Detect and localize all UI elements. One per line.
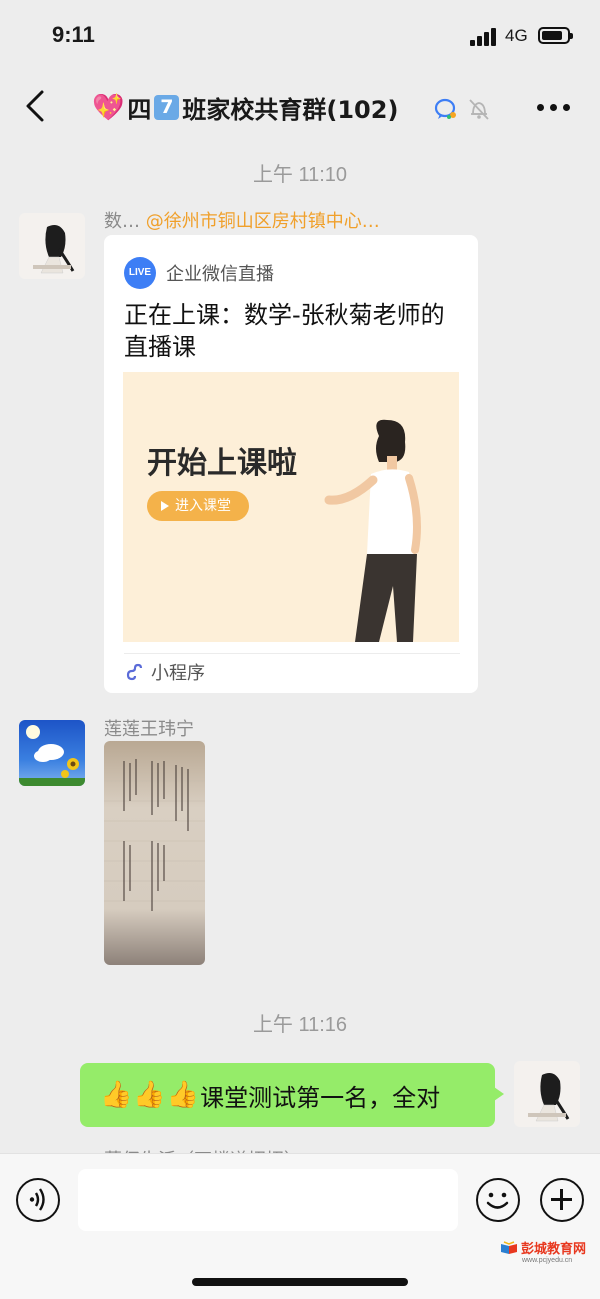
chat-title: 💖 四 7 班家校共育群(102) [92, 90, 398, 125]
title-prefix: 四 [127, 96, 152, 124]
message-text: 课堂测试第一名，全对 [200, 1083, 441, 1112]
sender-short: 数… [104, 211, 140, 232]
wecom-mute-icons [434, 98, 489, 120]
voice-input-icon[interactable] [16, 1178, 60, 1222]
live-stream-card[interactable]: LIVE 企业微信直播 正在上课：数学-张秋菊老师的直播课 开始上课啦 进入课堂… [104, 235, 478, 693]
heart-emoji-icon: 💖 [92, 92, 125, 123]
card-app-name: 企业微信直播 [166, 264, 274, 285]
battery-icon [538, 27, 573, 44]
add-more-icon[interactable] [540, 1178, 584, 1222]
thumbs-up-emoji-icon: 👍 [100, 1080, 133, 1110]
timestamp: 上午 11:10 [252, 164, 348, 186]
mini-program-icon [126, 663, 143, 681]
card-divider [124, 653, 460, 654]
status-bar: 9:11 4G [0, 0, 600, 74]
watermark-text: 彭城教育网 [521, 1242, 587, 1257]
enter-classroom-button[interactable]: 进入课堂 [147, 491, 249, 521]
sender-name: 莲莲王玮宁 [104, 719, 194, 740]
keycap-number: 7 [154, 95, 180, 120]
network-type: 4G [505, 26, 528, 45]
title-main: 班家校共育群(102) [182, 96, 399, 124]
input-bar: 彭城教育网 www.pcjyedu.cn [0, 1153, 600, 1299]
watermark: 彭城教育网 www.pcjyedu.cn [500, 1238, 586, 1264]
mute-bell-icon [469, 99, 489, 120]
card-footer: 小程序 [124, 659, 460, 685]
thumbs-up-emoji-icon: 👍 [166, 1080, 200, 1110]
card-footer-label: 小程序 [151, 663, 205, 684]
message-input[interactable] [78, 1169, 458, 1231]
timestamp: 上午 11:16 [252, 1014, 348, 1036]
status-time: 9:11 [52, 22, 95, 47]
sender-mention[interactable]: @徐州市铜山区房村镇中心… [146, 211, 380, 232]
avatar[interactable] [19, 720, 85, 786]
book-logo-icon [501, 1240, 517, 1254]
back-arrow-icon[interactable] [22, 88, 52, 124]
homework-photo[interactable] [104, 741, 205, 965]
wecom-chat-icon [434, 98, 456, 119]
thumbs-up-emoji-icon: 👍 [133, 1080, 166, 1110]
avatar[interactable] [19, 213, 85, 279]
home-indicator[interactable] [192, 1278, 408, 1286]
outgoing-message[interactable]: 👍 👍 👍 课堂测试第一名，全对 [80, 1063, 504, 1127]
card-title: 正在上课：数学-张秋菊老师的直播课 [124, 301, 445, 361]
more-options-icon[interactable] [537, 104, 571, 112]
avatar-self[interactable] [514, 1061, 580, 1127]
watermark-url: www.pcjyedu.cn [522, 1257, 573, 1264]
emoji-icon[interactable] [476, 1178, 520, 1222]
sender-name: 数… @徐州市铜山区房村镇中心… [104, 207, 380, 233]
teacher-illustration [324, 419, 421, 642]
card-banner: 开始上课啦 进入课堂 [123, 372, 459, 642]
chat-header: 💖 四 7 班家校共育群(102) [0, 74, 600, 140]
live-badge-icon: LIVE [124, 257, 156, 289]
banner-heading: 开始上课啦 [147, 446, 297, 481]
card-source: LIVE 企业微信直播 [124, 257, 274, 289]
signal-icon [470, 28, 498, 46]
